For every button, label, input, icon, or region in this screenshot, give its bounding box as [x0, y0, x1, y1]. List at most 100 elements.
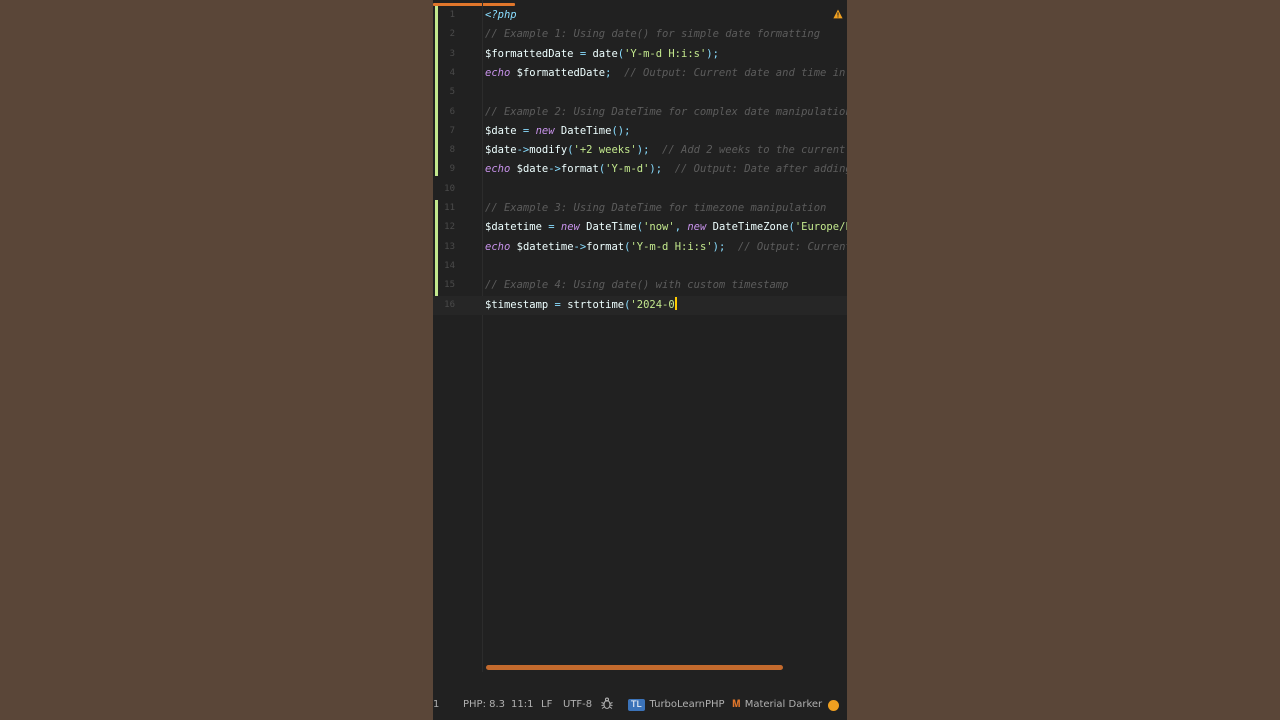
code-line[interactable]: 13 echo $datetime->format('Y-m-d H:i:s');… — [433, 238, 847, 257]
line-code: <?php — [485, 6, 517, 25]
code-token: echo — [485, 163, 511, 176]
line-number: 12 — [444, 222, 455, 233]
code-token: new — [687, 221, 707, 234]
line-code: $date->modify('+2 weeks'); // Add 2 week… — [485, 141, 847, 160]
line-number: 16 — [444, 299, 455, 310]
line-number: 1 — [449, 10, 455, 20]
code-line[interactable]: 12 $datetime = new DateTime('now', new Da… — [433, 218, 847, 237]
cursor-position[interactable]: 11:1 — [511, 699, 533, 710]
line-code: $date = new DateTime(); — [485, 122, 630, 141]
code-token: // Output: Current da — [737, 240, 847, 253]
bug-icon[interactable] — [601, 697, 613, 713]
screen: 1 <?php 2 // Example 1: Using date() for si… — [0, 0, 1280, 720]
line-code: echo $datetime->format('Y-m-d H:i:s'); /… — [485, 238, 847, 257]
code-token: 'Y-m-d' — [605, 163, 650, 176]
line-number: 6 — [449, 106, 455, 117]
text-cursor — [674, 296, 677, 310]
problems-count[interactable]: 1 — [433, 699, 439, 710]
code-line[interactable]: 9 echo $date->format('Y-m-d'); // Output:… — [433, 160, 847, 179]
code-token: (); — [611, 124, 631, 137]
code-token: = — [573, 47, 593, 60]
line-code: // Example 4: Using date() with custom t… — [485, 276, 788, 295]
code-token: format — [586, 240, 625, 253]
code-token: $timestamp — [485, 298, 549, 311]
code-token: = — [516, 124, 536, 137]
line-number: 2 — [449, 29, 455, 40]
code-token: // Example 4: Using date() with custom t… — [485, 279, 789, 292]
line-number: 4 — [449, 67, 455, 78]
code-token: DateTime — [579, 221, 637, 234]
code-token: 'Y-m-d H:i:s' — [630, 240, 713, 253]
code-line[interactable]: 10 — [433, 180, 847, 199]
code-line[interactable]: 14 — [433, 257, 847, 276]
code-token: $datetime — [485, 221, 542, 234]
line-number: 13 — [444, 241, 455, 252]
code-token: // Example 1: Using date() for simple da… — [485, 28, 821, 41]
php-version[interactable]: PHP: 8.3 — [463, 699, 505, 710]
line-number: 7 — [449, 125, 455, 136]
line-number: 3 — [449, 48, 455, 59]
code-token: , — [674, 221, 688, 234]
code-line[interactable]: 15 // Example 4: Using date() with custom… — [433, 276, 847, 295]
code-token: // Example 3: Using DateTime for timezon… — [485, 202, 827, 214]
code-token: 'Y-m-d H:i:s' — [624, 47, 707, 60]
line-code: echo $date->format('Y-m-d'); // Output: … — [485, 160, 847, 179]
code-token: -> — [516, 144, 530, 157]
line-code: // Example 2: Using DateTime for complex… — [485, 103, 847, 122]
extension-item[interactable]: TL TurboLearnPHP — [628, 699, 725, 711]
code-line[interactable]: 3 $formattedDate = date('Y-m-d H:i:s'); — [433, 45, 847, 64]
code-token: 'now' — [643, 221, 675, 234]
code-token: date — [592, 47, 618, 60]
orange-dot-icon[interactable] — [828, 700, 839, 711]
theme-item[interactable]: 𝐌 Material Darker — [732, 699, 822, 710]
line-number: 8 — [449, 145, 455, 156]
code-line[interactable]: 4 echo $formattedDate; // Output: Current… — [433, 64, 847, 83]
code-line[interactable]: 11 // Example 3: Using DateTime for timez… — [433, 199, 847, 218]
line-code: $timestamp = strtotime('2024-0 — [485, 296, 677, 315]
code-token: '2024-0 — [630, 298, 675, 311]
code-token: $date — [510, 163, 549, 176]
code-editor[interactable]: 1 <?php 2 // Example 1: Using date() for si… — [433, 0, 847, 720]
status-bar: 1 PHP: 8.3 11:1 LF UTF-8 TL TurboLearnPHP… — [433, 690, 847, 720]
material-theme-icon: 𝐌 — [732, 699, 741, 710]
code-token: // Output: Date after adding 2 — [674, 163, 847, 176]
line-code: echo $formattedDate; // Output: Current … — [485, 64, 847, 83]
code-token: $date — [485, 144, 517, 157]
code-token: <?php — [485, 9, 517, 21]
line-number: 11 — [444, 203, 455, 213]
line-code: $datetime = new DateTime('now', new Date… — [485, 218, 847, 237]
extension-badge: TL — [628, 699, 645, 711]
horizontal-scrollbar[interactable] — [486, 665, 783, 670]
line-number: 14 — [444, 260, 455, 271]
code-token: DateTimeZone — [706, 221, 789, 234]
code-line[interactable]: 7 $date = new DateTime(); — [433, 122, 847, 141]
code-token: $datetime — [510, 240, 574, 253]
code-line[interactable]: 2 // Example 1: Using date() for simple d… — [433, 25, 847, 44]
code-token: echo — [485, 66, 511, 79]
code-token: ); — [636, 144, 663, 157]
code-line[interactable]: 6 // Example 2: Using DateTime for comple… — [433, 103, 847, 122]
code-token: ); — [706, 47, 719, 60]
code-token: ); — [712, 240, 738, 253]
code-line[interactable]: 16 $timestamp = strtotime('2024-0 — [433, 295, 847, 315]
code-token: = — [548, 298, 568, 311]
code-line[interactable]: 1 <?php — [433, 6, 847, 25]
code-token: ); — [649, 163, 675, 176]
code-token: strtotime — [567, 298, 625, 311]
code-token: 'Europe/Lond — [794, 221, 847, 234]
code-token: $formattedDate — [510, 66, 606, 79]
code-line[interactable]: 8 $date->modify('+2 weeks'); // Add 2 wee… — [433, 141, 847, 160]
line-code: $formattedDate = date('Y-m-d H:i:s'); — [485, 45, 719, 64]
theme-name: Material Darker — [744, 699, 823, 710]
code-token: '+2 weeks' — [573, 144, 637, 157]
code-token: $formattedDate — [485, 47, 574, 60]
line-code: // Example 1: Using date() for simple da… — [485, 25, 820, 44]
code-line[interactable]: 5 — [433, 83, 847, 102]
code-token: format — [560, 163, 599, 176]
code-token: // Add 2 weeks to the current dat — [662, 144, 846, 157]
line-number: 9 — [449, 164, 455, 175]
line-ending[interactable]: LF — [541, 699, 552, 710]
code-token: // Example 2: Using DateTime for complex… — [485, 105, 847, 118]
code-token: modify — [529, 144, 568, 157]
encoding[interactable]: UTF-8 — [563, 699, 592, 710]
